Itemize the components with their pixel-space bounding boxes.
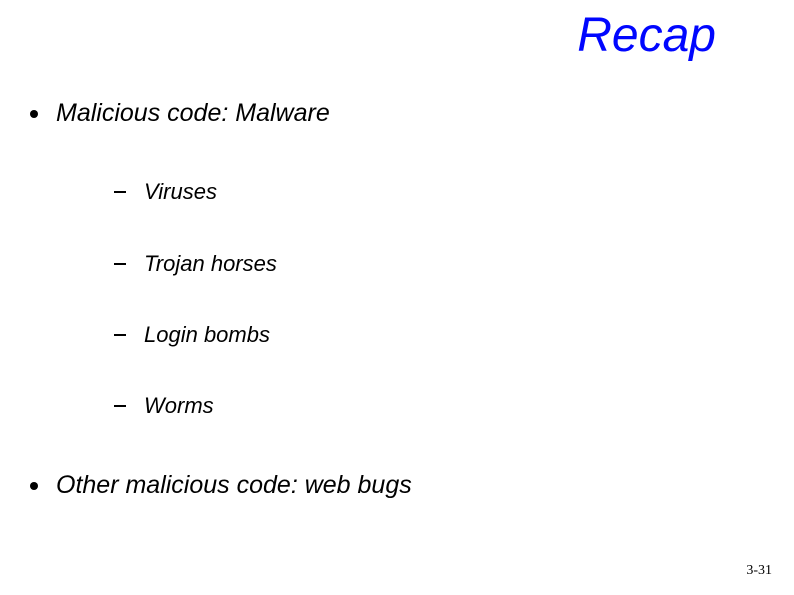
list-item-text: Malicious code: Malware — [56, 98, 330, 129]
list-item-text: Worms — [144, 393, 214, 419]
slide-content: Malicious code: Malware Viruses Trojan h… — [30, 98, 754, 501]
dash-icon — [114, 405, 126, 407]
page-number: 3-31 — [746, 563, 772, 579]
list-item: Viruses — [114, 179, 754, 205]
list-item-text: Login bombs — [144, 322, 270, 348]
list-item: Trojan horses — [114, 251, 754, 277]
sublist: Viruses Trojan horses Login bombs Worms — [114, 179, 754, 420]
slide-title: Recap — [577, 8, 716, 63]
bullet-icon — [30, 482, 38, 490]
list-item: Other malicious code: web bugs — [30, 470, 754, 501]
list-item-text: Other malicious code: web bugs — [56, 470, 412, 501]
list-item-text: Trojan horses — [144, 251, 277, 277]
dash-icon — [114, 191, 126, 193]
dash-icon — [114, 263, 126, 265]
list-item: Worms — [114, 393, 754, 419]
list-item: Malicious code: Malware — [30, 98, 754, 129]
list-item-text: Viruses — [144, 179, 217, 205]
dash-icon — [114, 334, 126, 336]
bullet-icon — [30, 110, 38, 118]
slide: Recap Malicious code: Malware Viruses Tr… — [0, 0, 794, 595]
list-item: Login bombs — [114, 322, 754, 348]
